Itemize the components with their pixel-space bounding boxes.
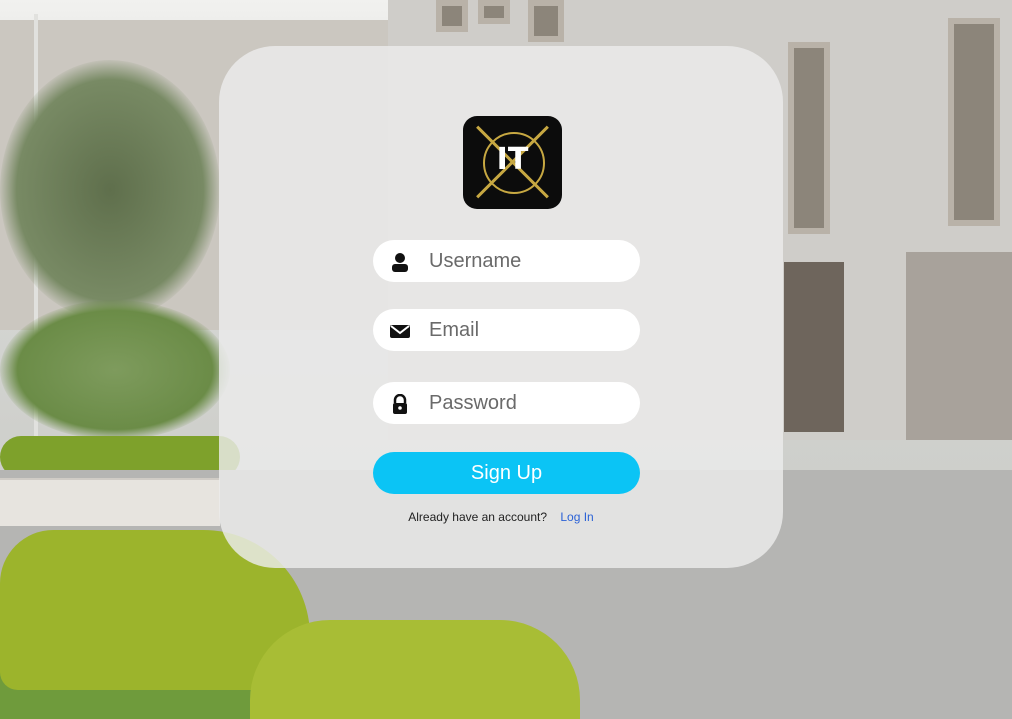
login-prompt: Already have an account? Log In xyxy=(219,510,783,524)
password-input[interactable] xyxy=(429,382,629,424)
username-field[interactable] xyxy=(373,240,640,282)
password-field[interactable] xyxy=(373,382,640,424)
window xyxy=(788,42,830,234)
lock-icon xyxy=(393,394,407,414)
log-in-link[interactable]: Log In xyxy=(560,510,593,524)
email-input[interactable] xyxy=(429,309,629,351)
envelope-icon xyxy=(390,325,410,338)
window xyxy=(948,18,1000,226)
email-field[interactable] xyxy=(373,309,640,351)
tree xyxy=(0,60,220,320)
username-input[interactable] xyxy=(429,240,629,282)
window xyxy=(436,0,468,32)
user-icon xyxy=(392,253,408,272)
logo-text: IT xyxy=(496,142,529,177)
already-have-account-text: Already have an account? xyxy=(408,510,548,524)
tree xyxy=(0,300,230,440)
window xyxy=(478,0,510,24)
signup-card: IT Sign Up Already have an account? Log … xyxy=(219,46,783,568)
hedge xyxy=(250,620,580,719)
doorway xyxy=(784,262,844,432)
doorway xyxy=(906,252,1012,440)
sign-up-button[interactable]: Sign Up xyxy=(373,452,640,494)
curb xyxy=(0,478,220,526)
logo: IT xyxy=(463,116,562,209)
window xyxy=(528,0,564,42)
